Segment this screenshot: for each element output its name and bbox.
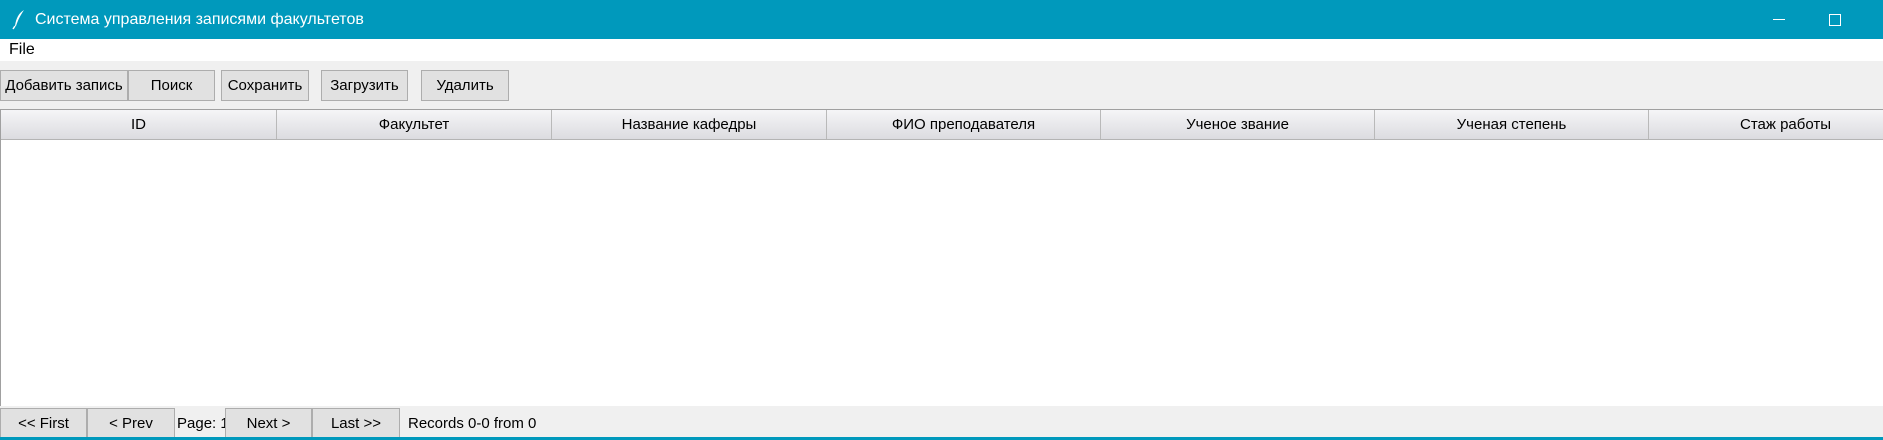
column-header-experience[interactable]: Стаж работы [1649, 110, 1883, 139]
app-window: Система управления записями факультетов … [0, 0, 1883, 440]
maximize-icon [1829, 14, 1841, 26]
next-page-button[interactable]: Next > [225, 408, 312, 439]
toolbar: Добавить запись Поиск Сохранить Загрузит… [0, 61, 1883, 109]
maximize-button[interactable] [1807, 0, 1863, 39]
last-page-button[interactable]: Last >> [312, 408, 400, 439]
table-body[interactable] [1, 140, 1883, 406]
prev-page-button[interactable]: < Prev [87, 408, 175, 439]
feather-icon [10, 8, 30, 30]
menu-bar: File [0, 39, 1883, 61]
window-title: Система управления записями факультетов [35, 11, 364, 28]
records-table: ID Факультет Название кафедры ФИО препод… [0, 109, 1883, 406]
delete-button[interactable]: Удалить [421, 70, 509, 101]
column-header-teacher-name[interactable]: ФИО преподавателя [827, 110, 1101, 139]
minimize-icon [1773, 19, 1785, 20]
minimize-button[interactable] [1751, 0, 1807, 39]
table-header: ID Факультет Название кафедры ФИО препод… [1, 110, 1883, 140]
column-header-academic-degree[interactable]: Ученая степень [1375, 110, 1649, 139]
column-header-faculty[interactable]: Факультет [277, 110, 552, 139]
search-button[interactable]: Поиск [128, 70, 215, 101]
pagination-bar: << First < Prev Page: 1 Next > Last >> R… [0, 406, 1883, 440]
page-indicator: Page: 1 [177, 415, 229, 432]
load-button[interactable]: Загрузить [321, 70, 408, 101]
records-count: Records 0-0 from 0 [408, 415, 537, 432]
save-button[interactable]: Сохранить [221, 70, 309, 101]
menu-file[interactable]: File [9, 39, 35, 61]
add-record-button[interactable]: Добавить запись [0, 70, 128, 101]
first-page-button[interactable]: << First [0, 408, 87, 439]
column-header-department[interactable]: Название кафедры [552, 110, 827, 139]
column-header-id[interactable]: ID [1, 110, 277, 139]
column-header-academic-title[interactable]: Ученое звание [1101, 110, 1375, 139]
title-bar: Система управления записями факультетов [0, 0, 1883, 39]
